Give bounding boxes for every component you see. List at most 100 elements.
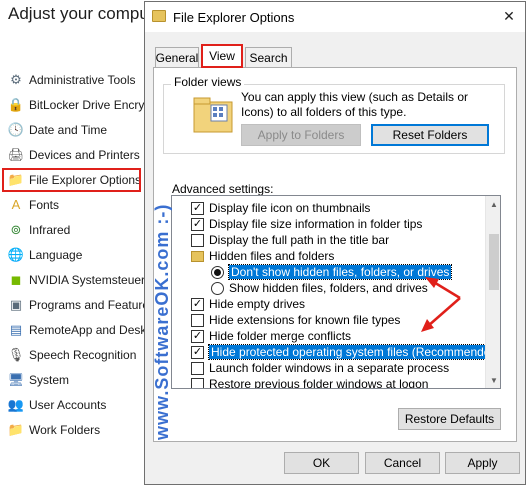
control-panel-item-label: Date and Time <box>29 123 108 137</box>
infrared-icon: ⊚ <box>10 222 22 237</box>
advanced-setting-row[interactable]: ✓ Hide folder merge conflicts <box>191 328 351 344</box>
remoteapp-icon: ▤ <box>9 322 23 337</box>
advanced-setting-label: Don't show hidden files, folders, or dri… <box>227 264 453 280</box>
advanced-setting-row[interactable]: Display the full path in the title bar <box>191 232 389 248</box>
checkbox-checked[interactable]: ✓ <box>191 345 204 359</box>
advanced-setting-row[interactable]: ✓ Hide empty drives <box>191 296 305 312</box>
control-panel-item[interactable]: ⚙ Administrative Tools <box>8 69 136 91</box>
advanced-setting-row[interactable]: ✓ Display file size information in folder… <box>191 216 422 232</box>
control-panel-title: Adjust your comput <box>8 4 154 23</box>
control-panel-item-label: User Accounts <box>29 398 107 412</box>
advanced-setting-label: Hidden files and folders <box>209 249 335 263</box>
tab-view[interactable]: View <box>201 44 243 68</box>
printer-icon: 🖨 <box>7 147 25 162</box>
clock-icon: 🕓 <box>7 122 25 137</box>
control-panel-item-label: NVIDIA Systemsteueru <box>29 273 152 287</box>
control-panel-item[interactable]: ▤ RemoteApp and Deskt <box>8 319 150 341</box>
checkbox-unchecked[interactable] <box>191 377 204 388</box>
control-panel-item-label: Devices and Printers <box>29 148 140 162</box>
checkbox-checked[interactable]: ✓ <box>191 297 204 311</box>
control-panel-item-label: BitLocker Drive Encryp <box>29 98 152 112</box>
folder-views-description: You can apply this view (such as Details… <box>241 90 469 119</box>
checkbox-checked[interactable]: ✓ <box>191 217 204 231</box>
advanced-setting-label: Hide empty drives <box>209 297 306 311</box>
advanced-setting-label: Hide folder merge conflicts <box>209 329 352 343</box>
advanced-setting-label: Restore previous folder windows at logon <box>209 377 429 389</box>
tab-general[interactable]: General <box>155 47 199 67</box>
advanced-setting-row[interactable]: Show hidden files, folders, and drives <box>211 280 428 296</box>
checkbox-unchecked[interactable] <box>191 361 204 375</box>
advanced-setting-row[interactable]: ✓ Display file icon on thumbnails <box>191 200 370 216</box>
control-panel-item-label: RemoteApp and Deskt <box>29 323 150 337</box>
file-explorer-options-dialog: File Explorer Options ✕ General View Sea… <box>144 1 526 485</box>
control-panel-item[interactable]: 🎙 Speech Recognition <box>8 344 137 366</box>
radio-selected[interactable] <box>211 265 224 279</box>
control-panel-item[interactable]: ▣ Programs and Feature <box>8 294 149 316</box>
programs-icon: ▣ <box>9 297 23 312</box>
dialog-title-bar[interactable]: File Explorer Options ✕ <box>145 2 525 32</box>
advanced-setting-label: Hide extensions for known file types <box>209 313 401 327</box>
folder-view-icon <box>193 97 233 133</box>
checkbox-unchecked[interactable] <box>191 313 204 327</box>
control-panel-item-label: Infrared <box>29 223 71 237</box>
admin-tools-icon: ⚙ <box>10 72 22 87</box>
checkbox-unchecked[interactable] <box>191 233 204 247</box>
advanced-setting-row[interactable]: Don't show hidden files, folders, or dri… <box>211 264 453 280</box>
folder-icon <box>191 250 204 262</box>
advanced-setting-label: Hide protected operating system files (R… <box>207 344 500 360</box>
apply-to-folders-button[interactable]: Apply to Folders <box>241 124 361 146</box>
advanced-setting-row[interactable]: Launch folder windows in a separate proc… <box>191 360 449 376</box>
reset-folders-button[interactable]: Reset Folders <box>371 124 489 146</box>
control-panel-item[interactable]: A Fonts <box>8 194 59 216</box>
advanced-setting-label: Display the full path in the title bar <box>209 233 390 247</box>
scrollbar-thumb[interactable] <box>489 234 499 290</box>
control-panel-item-label: Fonts <box>29 198 60 212</box>
advanced-setting-label: Show hidden files, folders, and drives <box>229 281 428 295</box>
advanced-setting-row[interactable]: ✓ Hide protected operating system files (… <box>191 344 500 360</box>
control-panel-item[interactable]: 🖥 System <box>8 369 69 391</box>
control-panel-item[interactable]: 🖨 Devices and Printers <box>8 144 140 166</box>
control-panel-item[interactable]: 👥 User Accounts <box>8 394 106 416</box>
control-panel-item[interactable]: 🌐 Language <box>8 244 82 266</box>
highlight-box-file-explorer-options <box>2 168 141 192</box>
apply-button[interactable]: Apply <box>445 452 520 474</box>
advanced-setting-label: Launch folder windows in a separate proc… <box>209 361 450 375</box>
system-icon: 🖥 <box>7 372 25 387</box>
watermark-text: www.SoftwareOK.com :-) <box>152 203 172 440</box>
advanced-setting-label: Display file icon on thumbnails <box>209 201 371 215</box>
control-panel-item-label: System <box>29 373 70 387</box>
dialog-title: File Explorer Options <box>173 10 295 25</box>
control-panel-item[interactable]: 🔒 BitLocker Drive Encryp <box>8 94 151 116</box>
checkbox-checked[interactable]: ✓ <box>191 329 204 343</box>
scroll-down-icon[interactable]: ▼ <box>486 372 500 388</box>
user-accounts-icon: 👥 <box>7 397 25 412</box>
advanced-setting-row[interactable]: Hide extensions for known file types <box>191 312 400 328</box>
control-panel-item-label: Administrative Tools <box>29 73 136 87</box>
ok-button[interactable]: OK <box>284 452 359 474</box>
control-panel-item[interactable]: ⊚ Infrared <box>8 219 71 241</box>
control-panel-item[interactable]: 🕓 Date and Time <box>8 119 107 141</box>
control-panel-item-label: Work Folders <box>29 423 101 437</box>
advanced-settings-scrollbar[interactable]: ▲ ▼ <box>485 196 500 388</box>
advanced-settings-label: Advanced settings: <box>172 182 274 196</box>
advanced-settings-list[interactable]: ✓ Display file icon on thumbnails ✓ Display… <box>171 195 501 389</box>
advanced-setting-row[interactable]: Hidden files and folders <box>191 248 334 264</box>
checkbox-checked[interactable]: ✓ <box>191 201 204 215</box>
restore-defaults-button[interactable]: Restore Defaults <box>398 408 501 430</box>
close-icon[interactable]: ✕ <box>496 3 522 29</box>
nvidia-icon: ◼ <box>10 272 22 287</box>
control-panel-item-label: Language <box>29 248 83 262</box>
work-folders-icon: 📁 <box>7 422 25 437</box>
advanced-setting-row[interactable]: Restore previous folder windows at logon <box>191 376 429 389</box>
control-panel-item-label: Programs and Feature <box>29 298 150 312</box>
fonts-icon: A <box>11 197 21 212</box>
tab-search[interactable]: Search <box>245 47 292 67</box>
cancel-button[interactable]: Cancel <box>365 452 440 474</box>
control-panel-item[interactable]: ◼ NVIDIA Systemsteueru <box>8 269 152 291</box>
control-panel-item-label: Speech Recognition <box>29 348 137 362</box>
radio-unselected[interactable] <box>211 281 224 295</box>
bitlocker-icon: 🔒 <box>7 97 25 112</box>
scroll-up-icon[interactable]: ▲ <box>486 196 500 212</box>
control-panel: Adjust your comput ⚙ Administrative Tools… <box>0 0 160 486</box>
control-panel-item[interactable]: 📁 Work Folders <box>8 419 100 441</box>
